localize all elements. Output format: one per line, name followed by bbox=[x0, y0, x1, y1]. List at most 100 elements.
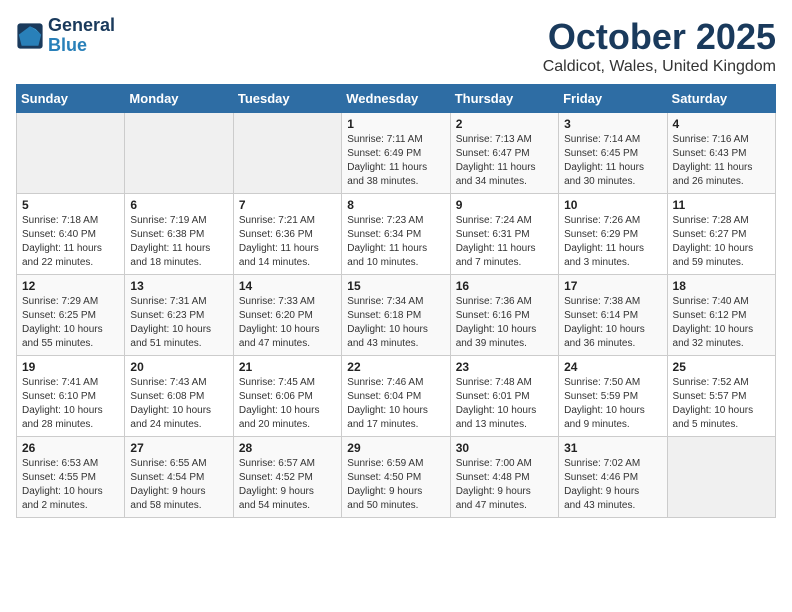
calendar-cell: 22Sunrise: 7:46 AM Sunset: 6:04 PM Dayli… bbox=[342, 356, 450, 437]
day-info: Sunrise: 7:21 AM Sunset: 6:36 PM Dayligh… bbox=[239, 214, 336, 270]
page-header: General Blue October 2025 Caldicot, Wale… bbox=[16, 16, 776, 76]
calendar-body: 1 Sunrise: 7:11 AM Sunset: 6:49 PM Daylig… bbox=[17, 113, 776, 518]
calendar-cell: 5 Sunrise: 7:18 AM Sunset: 6:40 PM Daylig… bbox=[17, 194, 125, 275]
day-info: Sunrise: 7:43 AM Sunset: 6:08 PM Dayligh… bbox=[130, 376, 227, 432]
weekday-header: Tuesday bbox=[233, 85, 341, 113]
day-info: Sunrise: 7:50 AM Sunset: 5:59 PM Dayligh… bbox=[564, 376, 661, 432]
weekday-header: Wednesday bbox=[342, 85, 450, 113]
calendar-cell: 26 Sunrise: 6:53 AM Sunset: 4:55 PM Dayli… bbox=[17, 437, 125, 518]
day-number: 14 bbox=[239, 279, 336, 293]
day-number: 5 bbox=[22, 198, 119, 212]
day-number: 20 bbox=[130, 360, 227, 374]
calendar-week-row: 19 Sunrise: 7:41 AM Sunset: 6:10 PM Dayli… bbox=[17, 356, 776, 437]
day-number: 24 bbox=[564, 360, 661, 374]
day-number: 18 bbox=[673, 279, 770, 293]
day-info: Sunrise: 7:23 AM Sunset: 6:34 PM Dayligh… bbox=[347, 214, 444, 270]
day-info: Sunrise: 7:11 AM Sunset: 6:49 PM Dayligh… bbox=[347, 133, 444, 189]
calendar-cell: 14 Sunrise: 7:33 AM Sunset: 6:20 PM Dayli… bbox=[233, 275, 341, 356]
calendar-cell: 23Sunrise: 7:48 AM Sunset: 6:01 PM Dayli… bbox=[450, 356, 558, 437]
calendar-cell: 29 Sunrise: 6:59 AM Sunset: 4:50 PM Dayli… bbox=[342, 437, 450, 518]
day-info: Sunrise: 7:45 AM Sunset: 6:06 PM Dayligh… bbox=[239, 376, 336, 432]
day-number: 28 bbox=[239, 441, 336, 455]
day-info: Sunrise: 7:40 AM Sunset: 6:12 PM Dayligh… bbox=[673, 295, 770, 351]
calendar-table: SundayMondayTuesdayWednesdayThursdayFrid… bbox=[16, 84, 776, 518]
day-number: 17 bbox=[564, 279, 661, 293]
day-info: Sunrise: 7:52 AM Sunset: 5:57 PM Dayligh… bbox=[673, 376, 770, 432]
weekday-header: Friday bbox=[559, 85, 667, 113]
calendar-cell: 16 Sunrise: 7:36 AM Sunset: 6:16 PM Dayli… bbox=[450, 275, 558, 356]
calendar-cell bbox=[17, 113, 125, 194]
day-number: 6 bbox=[130, 198, 227, 212]
calendar-cell: 7 Sunrise: 7:21 AM Sunset: 6:36 PM Daylig… bbox=[233, 194, 341, 275]
day-info: Sunrise: 7:34 AM Sunset: 6:18 PM Dayligh… bbox=[347, 295, 444, 351]
day-number: 8 bbox=[347, 198, 444, 212]
calendar-cell: 4Sunrise: 7:16 AM Sunset: 6:43 PM Daylig… bbox=[667, 113, 775, 194]
calendar-cell: 19 Sunrise: 7:41 AM Sunset: 6:10 PM Dayli… bbox=[17, 356, 125, 437]
calendar-cell: 24 Sunrise: 7:50 AM Sunset: 5:59 PM Dayli… bbox=[559, 356, 667, 437]
day-info: Sunrise: 7:13 AM Sunset: 6:47 PM Dayligh… bbox=[456, 133, 553, 189]
calendar-cell: 31 Sunrise: 7:02 AM Sunset: 4:46 PM Dayli… bbox=[559, 437, 667, 518]
weekday-header: Thursday bbox=[450, 85, 558, 113]
calendar-cell: 1 Sunrise: 7:11 AM Sunset: 6:49 PM Daylig… bbox=[342, 113, 450, 194]
calendar-cell: 15 Sunrise: 7:34 AM Sunset: 6:18 PM Dayli… bbox=[342, 275, 450, 356]
day-info: Sunrise: 7:36 AM Sunset: 6:16 PM Dayligh… bbox=[456, 295, 553, 351]
day-info: Sunrise: 6:57 AM Sunset: 4:52 PM Dayligh… bbox=[239, 457, 336, 513]
calendar-cell: 8 Sunrise: 7:23 AM Sunset: 6:34 PM Daylig… bbox=[342, 194, 450, 275]
day-number: 30 bbox=[456, 441, 553, 455]
month-title: October 2025 bbox=[543, 16, 776, 58]
day-info: Sunrise: 7:41 AM Sunset: 6:10 PM Dayligh… bbox=[22, 376, 119, 432]
day-number: 9 bbox=[456, 198, 553, 212]
calendar-week-row: 12 Sunrise: 7:29 AM Sunset: 6:25 PM Dayli… bbox=[17, 275, 776, 356]
weekday-header: Sunday bbox=[17, 85, 125, 113]
calendar-cell: 6 Sunrise: 7:19 AM Sunset: 6:38 PM Daylig… bbox=[125, 194, 233, 275]
day-info: Sunrise: 7:16 AM Sunset: 6:43 PM Dayligh… bbox=[673, 133, 770, 189]
day-info: Sunrise: 7:28 AM Sunset: 6:27 PM Dayligh… bbox=[673, 214, 770, 270]
title-block: October 2025 Caldicot, Wales, United Kin… bbox=[543, 16, 776, 76]
day-number: 11 bbox=[673, 198, 770, 212]
day-number: 19 bbox=[22, 360, 119, 374]
day-info: Sunrise: 6:53 AM Sunset: 4:55 PM Dayligh… bbox=[22, 457, 119, 513]
day-number: 1 bbox=[347, 117, 444, 131]
day-info: Sunrise: 7:33 AM Sunset: 6:20 PM Dayligh… bbox=[239, 295, 336, 351]
logo-icon bbox=[16, 22, 44, 50]
calendar-cell: 21 Sunrise: 7:45 AM Sunset: 6:06 PM Dayli… bbox=[233, 356, 341, 437]
calendar-cell bbox=[667, 437, 775, 518]
day-number: 29 bbox=[347, 441, 444, 455]
header-row: SundayMondayTuesdayWednesdayThursdayFrid… bbox=[17, 85, 776, 113]
calendar-week-row: 5 Sunrise: 7:18 AM Sunset: 6:40 PM Daylig… bbox=[17, 194, 776, 275]
weekday-header: Saturday bbox=[667, 85, 775, 113]
calendar-week-row: 1 Sunrise: 7:11 AM Sunset: 6:49 PM Daylig… bbox=[17, 113, 776, 194]
day-number: 10 bbox=[564, 198, 661, 212]
day-info: Sunrise: 7:24 AM Sunset: 6:31 PM Dayligh… bbox=[456, 214, 553, 270]
day-number: 2 bbox=[456, 117, 553, 131]
day-number: 21 bbox=[239, 360, 336, 374]
day-info: Sunrise: 6:55 AM Sunset: 4:54 PM Dayligh… bbox=[130, 457, 227, 513]
calendar-cell: 2 Sunrise: 7:13 AM Sunset: 6:47 PM Daylig… bbox=[450, 113, 558, 194]
calendar-cell: 9 Sunrise: 7:24 AM Sunset: 6:31 PM Daylig… bbox=[450, 194, 558, 275]
day-number: 31 bbox=[564, 441, 661, 455]
day-info: Sunrise: 7:18 AM Sunset: 6:40 PM Dayligh… bbox=[22, 214, 119, 270]
calendar-cell: 30 Sunrise: 7:00 AM Sunset: 4:48 PM Dayli… bbox=[450, 437, 558, 518]
calendar-cell: 3Sunrise: 7:14 AM Sunset: 6:45 PM Daylig… bbox=[559, 113, 667, 194]
day-number: 3 bbox=[564, 117, 661, 131]
calendar-header: SundayMondayTuesdayWednesdayThursdayFrid… bbox=[17, 85, 776, 113]
calendar-cell bbox=[125, 113, 233, 194]
logo: General Blue bbox=[16, 16, 115, 56]
weekday-header: Monday bbox=[125, 85, 233, 113]
day-info: Sunrise: 7:29 AM Sunset: 6:25 PM Dayligh… bbox=[22, 295, 119, 351]
day-info: Sunrise: 7:46 AM Sunset: 6:04 PM Dayligh… bbox=[347, 376, 444, 432]
day-info: Sunrise: 7:26 AM Sunset: 6:29 PM Dayligh… bbox=[564, 214, 661, 270]
calendar-cell: 18 Sunrise: 7:40 AM Sunset: 6:12 PM Dayli… bbox=[667, 275, 775, 356]
calendar-cell: 12 Sunrise: 7:29 AM Sunset: 6:25 PM Dayli… bbox=[17, 275, 125, 356]
day-number: 15 bbox=[347, 279, 444, 293]
day-info: Sunrise: 7:02 AM Sunset: 4:46 PM Dayligh… bbox=[564, 457, 661, 513]
day-number: 16 bbox=[456, 279, 553, 293]
day-number: 26 bbox=[22, 441, 119, 455]
day-info: Sunrise: 6:59 AM Sunset: 4:50 PM Dayligh… bbox=[347, 457, 444, 513]
day-info: Sunrise: 7:00 AM Sunset: 4:48 PM Dayligh… bbox=[456, 457, 553, 513]
day-info: Sunrise: 7:38 AM Sunset: 6:14 PM Dayligh… bbox=[564, 295, 661, 351]
day-number: 12 bbox=[22, 279, 119, 293]
logo-text: General Blue bbox=[48, 16, 115, 56]
day-info: Sunrise: 7:19 AM Sunset: 6:38 PM Dayligh… bbox=[130, 214, 227, 270]
day-number: 7 bbox=[239, 198, 336, 212]
